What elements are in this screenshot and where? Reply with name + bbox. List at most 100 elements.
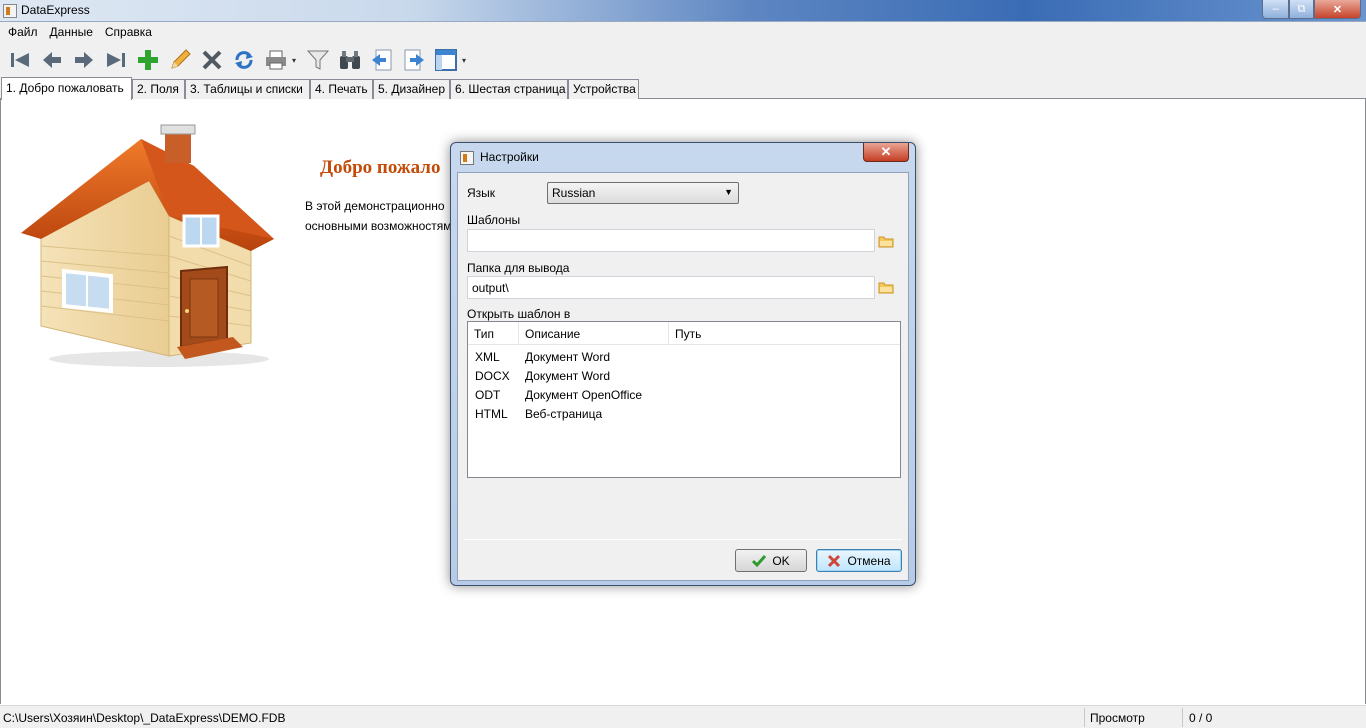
dialog-app-icon [460,151,474,165]
tab-sixth-page[interactable]: 6. Шестая страница [450,79,568,99]
delete-button[interactable] [196,44,228,76]
welcome-text-line-2: основными возможностям [305,219,452,233]
house-image [21,124,274,367]
layout-button[interactable] [430,44,462,76]
row-description: Веб-страница [525,407,603,421]
menu-help[interactable]: Справка [99,22,158,42]
status-separator [1084,708,1085,727]
column-header-description[interactable]: Описание [519,322,669,345]
language-label: Язык [467,186,496,200]
output-browse-folder-icon[interactable] [878,280,894,294]
app-icon [3,4,17,18]
status-separator [1182,708,1183,727]
list-row[interactable]: ODT Документ OpenOffice [468,385,900,404]
dialog-divider [464,539,902,540]
dialog-body: Язык Russian ▼ Шаблоны Папка для вывода … [457,172,909,581]
welcome-text-line-1: В этой демонстрационно [305,199,445,213]
row-description: Документ Word [525,369,611,383]
window-title: DataExpress [21,3,90,17]
filter-icon [306,50,330,70]
title-bar: DataExpress – ⧉ ✕ [0,0,1366,22]
welcome-text: В этой демонстрационно основными возможн… [305,196,455,236]
open-template-list[interactable]: Тип Описание Путь XML Документ Word DOCX… [467,321,901,478]
templates-label: Шаблоны [467,213,521,227]
status-record-count: 0 / 0 [1189,711,1213,725]
row-description: Документ Word [525,350,611,364]
refresh-icon [235,51,253,69]
language-select-value: Russian [552,186,596,200]
status-mode: Просмотр [1090,711,1145,725]
export-button[interactable] [398,44,430,76]
output-folder-field[interactable]: output\ [467,276,875,299]
cancel-button-label: Отмена [847,553,891,568]
add-icon [138,50,158,70]
column-header-path[interactable]: Путь [669,322,900,345]
export-icon [404,49,424,71]
tab-strip: 1. Добро пожаловать 2. Поля 3. Таблицы и… [0,77,1366,100]
menu-bar: Файл Данные Справка [0,22,1366,42]
tab-designer[interactable]: 5. Дизайнер [373,79,450,99]
next-record-button[interactable] [68,44,100,76]
list-row[interactable]: XML Документ Word [468,347,900,366]
row-type: ODT [475,388,501,402]
first-icon [11,53,29,67]
filter-button[interactable] [302,44,334,76]
row-type: HTML [475,407,508,421]
welcome-title: Добро пожало [320,157,441,178]
print-icon [266,50,286,70]
maximize-button[interactable]: ⧉ [1289,0,1314,19]
templates-field[interactable] [467,229,875,252]
row-description: Документ OpenOffice [525,388,643,402]
dialog-close-button[interactable]: ✕ [863,143,909,162]
settings-dialog: Настройки ✕ Язык Russian ▼ Шаблоны Папка… [450,142,916,586]
tab-welcome[interactable]: 1. Добро пожаловать [1,77,132,100]
status-bar: C:\Users\Хозяин\Desktop\_DataExpress\DEM… [0,705,1366,728]
list-row[interactable]: DOCX Документ Word [468,366,900,385]
refresh-button[interactable] [228,44,260,76]
delete-icon [202,50,222,70]
import-button[interactable] [366,44,398,76]
tab-tables-lists[interactable]: 3. Таблицы и списки [185,79,310,99]
open-template-label: Открыть шаблон в [467,307,571,321]
find-button[interactable] [334,44,366,76]
column-header-type[interactable]: Тип [468,322,519,345]
first-record-button[interactable] [4,44,36,76]
toolbar: ▾ ▾ [0,42,1366,78]
edit-button[interactable] [164,44,196,76]
ok-button[interactable]: OK [735,549,807,572]
language-select[interactable]: Russian ▼ [547,182,739,204]
menu-data[interactable]: Данные [44,22,99,42]
list-row[interactable]: HTML Веб-страница [468,404,900,423]
print-dropdown[interactable]: ▾ [292,56,302,65]
find-icon [340,51,360,69]
last-icon [107,53,125,67]
print-button[interactable] [260,44,292,76]
edit-icon [171,49,191,69]
minimize-button[interactable]: – [1262,0,1289,19]
dialog-title: Настройки [480,150,539,164]
chevron-down-icon: ▼ [724,187,733,197]
tab-fields[interactable]: 2. Поля [132,79,185,99]
list-header: Тип Описание Путь [468,322,900,345]
menu-file[interactable]: Файл [2,22,44,42]
layout-dropdown[interactable]: ▾ [462,56,472,65]
tab-print[interactable]: 4. Печать [310,79,373,99]
cancel-button[interactable]: Отмена [816,549,902,572]
close-button[interactable]: ✕ [1314,0,1361,19]
layout-icon [435,49,457,71]
status-db-path: C:\Users\Хозяин\Desktop\_DataExpress\DEM… [3,711,286,725]
prev-icon [43,52,61,68]
row-type: DOCX [475,369,510,383]
last-record-button[interactable] [100,44,132,76]
add-button[interactable] [132,44,164,76]
output-folder-label: Папка для вывода [467,261,570,275]
tab-devices[interactable]: Устройства [568,79,639,99]
prev-record-button[interactable] [36,44,68,76]
cancel-x-icon [828,554,841,567]
next-icon [75,52,93,68]
templates-browse-folder-icon[interactable] [878,234,894,248]
ok-button-label: OK [772,553,790,568]
checkmark-icon [752,554,767,567]
row-type: XML [475,350,500,364]
import-icon [372,49,392,71]
